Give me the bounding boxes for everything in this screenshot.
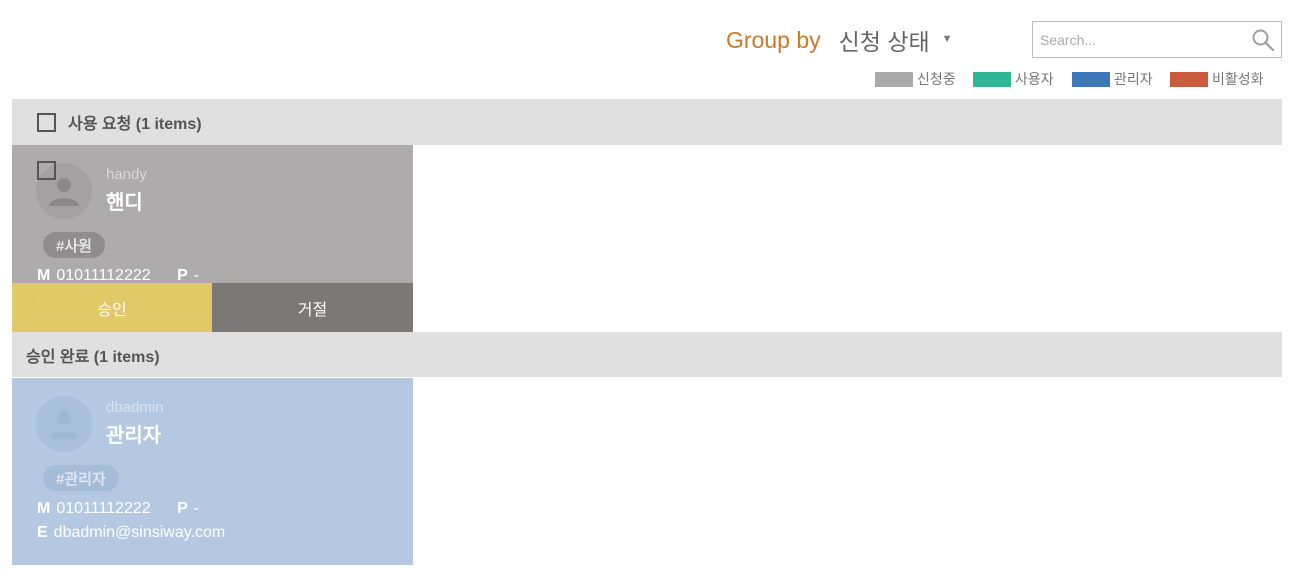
reject-button[interactable]: 거절 <box>212 283 413 332</box>
avatar <box>36 396 92 452</box>
group-by-control[interactable]: Group by 신청 상태 ▼ <box>726 24 953 56</box>
group-header-pending: 사용 요청 (1 items) <box>12 99 1282 145</box>
role-tag: #사원 <box>43 232 105 258</box>
mobile-label: M <box>37 267 51 284</box>
legend-swatch <box>875 71 913 87</box>
user-name: 관리자 <box>106 425 162 447</box>
user-id: handy <box>106 166 147 183</box>
search-input[interactable] <box>1040 30 1240 50</box>
role-tag: #관리자 <box>43 465 119 491</box>
legend-swatch <box>1072 71 1110 87</box>
group-title: 사용 요청 (1 items) <box>68 116 202 133</box>
group-by-select[interactable]: 신청 상태 <box>839 23 930 57</box>
legend-item-admin: 관리자 <box>1072 71 1153 87</box>
legend-swatch <box>973 71 1011 87</box>
contact-email-row: Edbadmin@sinsiway.com <box>37 524 225 542</box>
email-value: dbadmin@sinsiway.com <box>53 524 226 541</box>
phone-value: - <box>193 500 200 517</box>
group-select-all-checkbox[interactable] <box>37 112 56 132</box>
mobile-value: 01011112222 <box>56 500 151 517</box>
person-icon <box>49 411 79 439</box>
mobile-value: 01011112222 <box>56 267 151 284</box>
user-card-pending[interactable]: handy 핸디 #사원 M01011112222 P- E- 승인 거절 <box>12 145 413 332</box>
legend-item-inactive: 비활성화 <box>1170 71 1264 87</box>
user-name: 핸디 <box>106 192 143 214</box>
phone-label: P <box>177 500 188 517</box>
legend-label: 사용자 <box>1015 71 1054 87</box>
legend-item-user: 사용자 <box>973 71 1054 87</box>
email-label: E <box>37 524 48 541</box>
group-title: 승인 완료 (1 items) <box>26 348 160 366</box>
phone-label: P <box>177 267 188 284</box>
legend-label: 신청중 <box>917 71 956 87</box>
legend-label: 관리자 <box>1114 71 1153 87</box>
user-card-approved[interactable]: dbadmin 관리자 #관리자 M 01011112222 P- Edbadmi… <box>12 378 413 565</box>
caret-down-icon[interactable]: ▼ <box>942 33 953 45</box>
legend-label: 비활성화 <box>1212 71 1264 87</box>
approve-button[interactable]: 승인 <box>12 283 212 332</box>
card-select-checkbox[interactable] <box>37 161 56 180</box>
group-by-label: Group by <box>726 26 821 53</box>
legend-item-pending: 신청중 <box>875 71 956 87</box>
user-id: dbadmin <box>106 399 164 416</box>
phone-value: - <box>193 267 200 284</box>
contact-phone-row: M 01011112222 P- <box>37 500 199 518</box>
group-header-approved: 승인 완료 (1 items) <box>12 332 1282 377</box>
search-icon[interactable] <box>1251 28 1275 52</box>
mobile-label: M <box>37 500 51 517</box>
legend-swatch <box>1170 71 1208 87</box>
search-box[interactable] <box>1032 21 1282 58</box>
